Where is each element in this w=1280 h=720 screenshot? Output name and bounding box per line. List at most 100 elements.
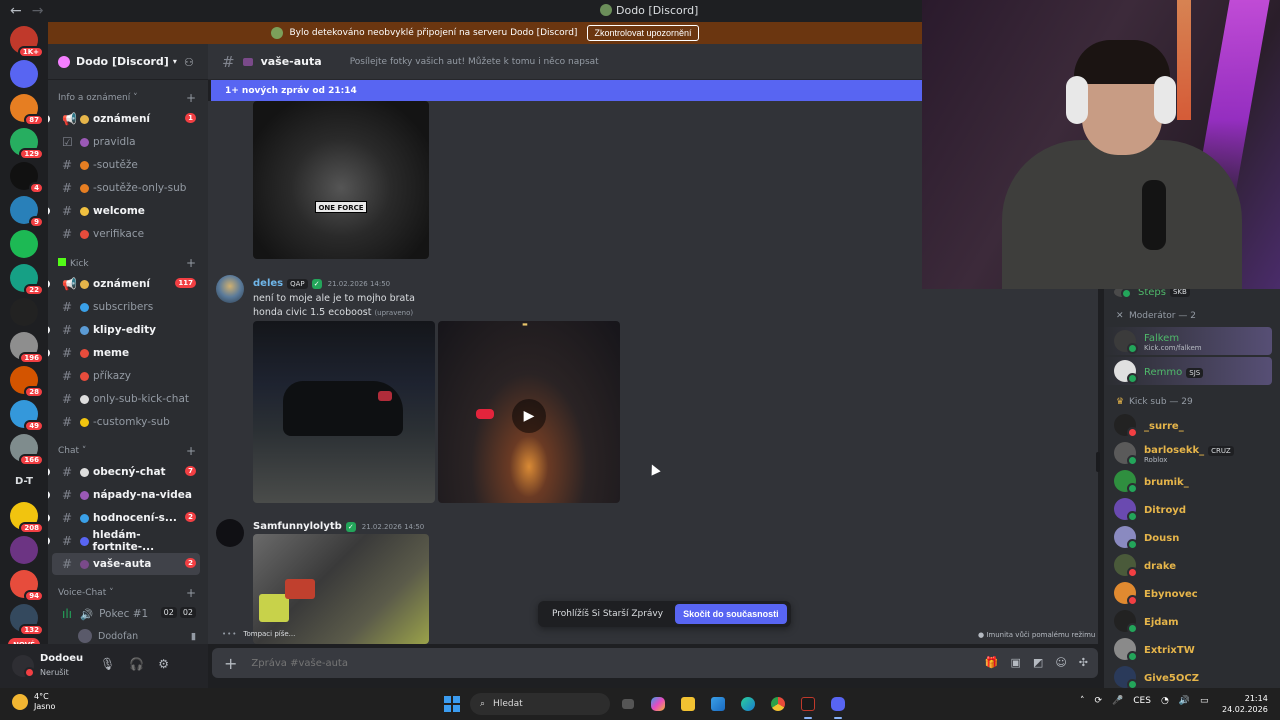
- voice-channel-pokec[interactable]: ılı 🔊 Pokec #1 02 02: [52, 603, 200, 625]
- channel-item[interactable]: # verifikace: [52, 223, 200, 245]
- task-view-icon[interactable]: [616, 692, 640, 716]
- add-channel-icon[interactable]: +: [186, 586, 196, 600]
- user-info[interactable]: Dodoeu Nerušit: [40, 653, 83, 679]
- member-item[interactable]: drake: [1104, 551, 1280, 579]
- channel-item[interactable]: 📢 oznámení 1: [48, 108, 200, 130]
- category-voice[interactable]: Voice-Chat ˅ +: [48, 583, 208, 603]
- channel-item[interactable]: # klipy-edity: [48, 319, 200, 341]
- gear-icon[interactable]: ⚙: [158, 657, 169, 671]
- back-arrow-icon[interactable]: ←: [10, 3, 22, 19]
- server-icon[interactable]: 9: [10, 196, 44, 228]
- server-icon[interactable]: 129: [10, 128, 44, 160]
- server-icon[interactable]: 196: [10, 332, 44, 364]
- channel-item[interactable]: # -customky-sub: [52, 411, 200, 433]
- member-item[interactable]: Remmo SJS: [1104, 357, 1272, 385]
- microphone-icon[interactable]: 🎤: [1112, 696, 1123, 706]
- forward-arrow-icon[interactable]: →: [32, 3, 44, 19]
- member-item[interactable]: _surre_: [1104, 411, 1280, 439]
- gif-icon[interactable]: ▣: [1011, 656, 1021, 669]
- clock[interactable]: 21:14 24.02.2026: [1222, 693, 1268, 715]
- chevron-up-icon[interactable]: ˄: [1080, 696, 1085, 706]
- category-chat[interactable]: Chat ˅ +: [48, 441, 208, 461]
- new-messages-bar[interactable]: 1+ nových zpráv od 21:14: [211, 80, 922, 101]
- server-icon[interactable]: [10, 60, 38, 88]
- user-avatar[interactable]: [12, 655, 35, 678]
- category-kick[interactable]: Kick +: [48, 253, 208, 273]
- sync-icon[interactable]: ⟳: [1095, 696, 1103, 706]
- member-item[interactable]: Dousn: [1104, 523, 1280, 551]
- server-icon[interactable]: D-T: [10, 468, 38, 496]
- chrome-icon[interactable]: [766, 692, 790, 716]
- discord-icon[interactable]: [826, 692, 850, 719]
- server-icon[interactable]: 208: [10, 502, 44, 534]
- apps-icon[interactable]: ✣: [1079, 656, 1088, 669]
- channel-item[interactable]: # vaše-auta 2: [52, 553, 200, 575]
- server-icon[interactable]: 94: [10, 570, 44, 602]
- upload-plus-icon[interactable]: +: [224, 654, 237, 673]
- channel-item[interactable]: 📢 oznámení 117: [48, 273, 200, 295]
- member-item[interactable]: barlosekk_ CRUZ Roblox: [1104, 439, 1280, 467]
- edge-icon[interactable]: [736, 692, 760, 716]
- member-item[interactable]: ExtrixTW: [1104, 635, 1280, 663]
- server-icon[interactable]: 28: [10, 366, 44, 398]
- server-header[interactable]: Dodo [Discord] ▾ ⚇: [48, 44, 208, 80]
- channel-item[interactable]: # welcome: [48, 200, 200, 222]
- category-info[interactable]: Info a oznámení ˅ +: [48, 88, 208, 108]
- channel-item[interactable]: # nápady-na-videa: [48, 484, 200, 506]
- sticker-icon[interactable]: ◩: [1033, 656, 1043, 669]
- headphones-icon[interactable]: 🎧: [129, 657, 144, 671]
- voice-user[interactable]: Dodofan ▮: [48, 626, 208, 644]
- message-image-car[interactable]: ONE FORCE: [253, 101, 429, 259]
- channel-item[interactable]: # subscribers: [52, 296, 200, 318]
- author-name[interactable]: deles: [253, 278, 283, 289]
- channel-item[interactable]: # hodnocení-s... 2: [48, 507, 200, 529]
- server-icon[interactable]: 49: [10, 400, 44, 432]
- member-item[interactable]: Falkem Kick.com/falkem: [1104, 327, 1272, 355]
- message-input[interactable]: [251, 657, 852, 669]
- member-item[interactable]: Ditroyd: [1104, 495, 1280, 523]
- weather-widget[interactable]: 4°C Jasno: [12, 692, 55, 712]
- check-warning-button[interactable]: Zkontrolovat upozornění: [587, 25, 699, 41]
- add-channel-icon[interactable]: +: [186, 444, 196, 458]
- member-item[interactable]: Ebynovec: [1104, 579, 1280, 607]
- avatar[interactable]: [216, 519, 244, 547]
- channel-item[interactable]: # obecný-chat 7: [48, 461, 200, 483]
- channel-item[interactable]: # -soutěže-only-sub: [52, 177, 200, 199]
- message-video-exhaust[interactable]: ▬ ▶: [438, 321, 620, 503]
- member-item[interactable]: Ejdam: [1104, 607, 1280, 635]
- channel-item[interactable]: # meme: [48, 342, 200, 364]
- channel-item[interactable]: # -soutěže: [52, 154, 200, 176]
- server-icon[interactable]: [10, 230, 38, 258]
- message-image-honda[interactable]: [253, 321, 435, 503]
- channel-item[interactable]: # only-sub-kick-chat: [52, 388, 200, 410]
- server-icon[interactable]: 4: [10, 162, 44, 194]
- member-steps[interactable]: Steps SKB: [1104, 289, 1280, 299]
- server-icon[interactable]: [10, 536, 38, 564]
- server-icon[interactable]: 132: [10, 604, 44, 636]
- input-language[interactable]: CES: [1133, 696, 1151, 706]
- server-icon[interactable]: 22: [10, 264, 44, 296]
- gift-icon[interactable]: 🎁: [985, 656, 999, 669]
- avatar[interactable]: [216, 275, 244, 303]
- server-icon[interactable]: [10, 298, 38, 326]
- jump-to-present-button[interactable]: Skočit do současnosti: [675, 604, 787, 624]
- taskbar-search[interactable]: ⌕ Hledat: [470, 693, 610, 715]
- message-image-parts[interactable]: [253, 534, 429, 644]
- channel-topic[interactable]: Posílejte fotky vašich aut! Můžete k tom…: [340, 57, 599, 67]
- add-channel-icon[interactable]: +: [186, 256, 196, 270]
- copilot-icon[interactable]: [646, 692, 670, 716]
- store-icon[interactable]: [706, 692, 730, 716]
- member-item[interactable]: brumik_: [1104, 467, 1280, 495]
- member-item[interactable]: Give5OCZ: [1104, 663, 1280, 688]
- author-name[interactable]: Samfunnylolytb: [253, 521, 342, 532]
- play-icon[interactable]: ▶: [512, 399, 546, 433]
- volume-icon[interactable]: 🔊: [1179, 696, 1190, 706]
- server-icon[interactable]: 166: [10, 434, 44, 466]
- server-icon[interactable]: 87: [10, 94, 44, 126]
- channel-item[interactable]: # příkazy: [52, 365, 200, 387]
- invite-people-icon[interactable]: ⚇: [184, 56, 196, 69]
- file-explorer-icon[interactable]: [676, 692, 700, 716]
- wifi-icon[interactable]: ◔: [1161, 696, 1169, 706]
- emoji-icon[interactable]: ☺: [1055, 656, 1066, 669]
- battery-icon[interactable]: ▭: [1200, 696, 1209, 706]
